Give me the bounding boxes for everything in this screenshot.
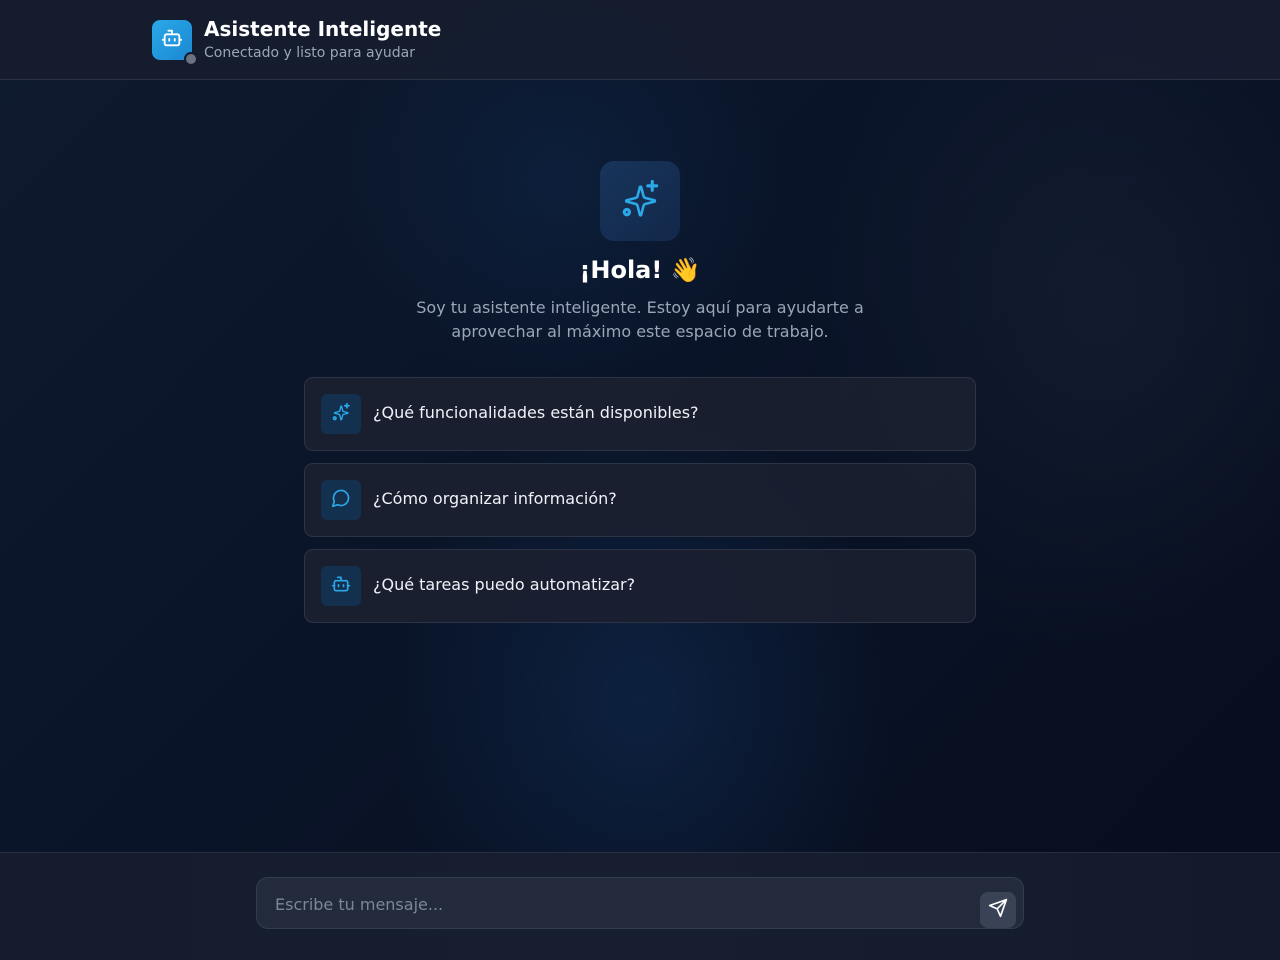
- robot-icon: [161, 27, 183, 53]
- suggestion-label: ¿Qué funcionalidades están disponibles?: [373, 403, 699, 422]
- message-input[interactable]: [273, 878, 977, 930]
- welcome-icon-tile: [600, 161, 680, 241]
- suggestion-automate[interactable]: ¿Qué tareas puedo automatizar?: [304, 549, 976, 623]
- app-header: Asistente Inteligente Conectado y listo …: [0, 0, 1280, 80]
- message-input-container: [256, 877, 1024, 930]
- send-icon: [988, 898, 1008, 922]
- sparkles-icon: [331, 402, 351, 426]
- suggestion-features[interactable]: ¿Qué funcionalidades están disponibles?: [304, 377, 976, 451]
- suggestion-organize[interactable]: ¿Cómo organizar información?: [304, 463, 976, 537]
- chat-bubble-icon: [331, 488, 351, 512]
- sparkles-icon: [619, 178, 661, 224]
- app-title: Asistente Inteligente: [204, 17, 442, 41]
- robot-icon: [331, 574, 351, 598]
- suggestion-label: ¿Qué tareas puedo automatizar?: [373, 575, 636, 594]
- welcome-description: Soy tu asistente inteligente. Estoy aquí…: [416, 298, 864, 341]
- welcome-heading: ¡Hola! 👋: [579, 256, 701, 284]
- connection-status: Conectado y listo para ayudar: [204, 45, 416, 61]
- send-button[interactable]: [980, 892, 1016, 928]
- suggestion-icon-tile: [321, 394, 361, 434]
- suggestion-label: ¿Cómo organizar información?: [373, 489, 617, 508]
- status-indicator: [184, 52, 198, 66]
- suggestion-icon-tile: [321, 566, 361, 606]
- suggestion-icon-tile: [321, 480, 361, 520]
